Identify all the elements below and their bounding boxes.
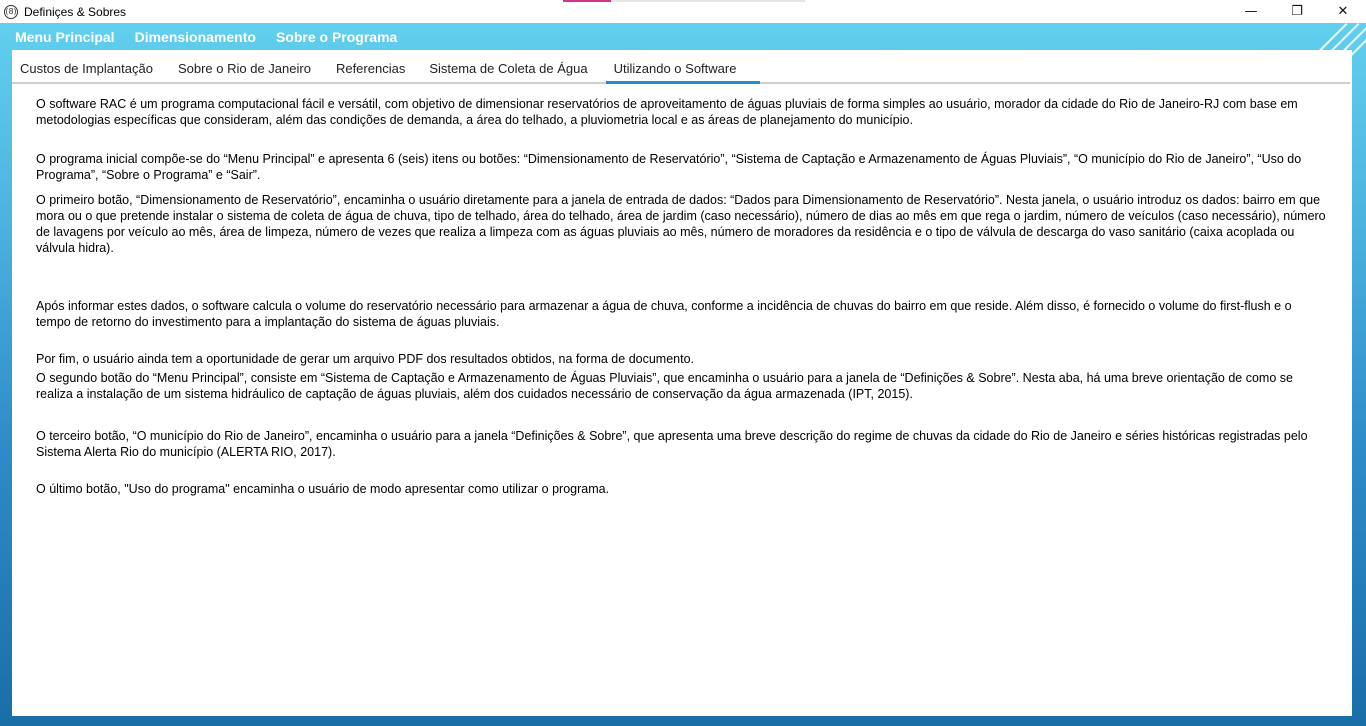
paragraph-first-button: O primeiro botão, “Dimensionamento de Re… <box>36 193 1326 255</box>
title-accent-bar <box>563 0 611 2</box>
maximize-button[interactable]: ❐ <box>1274 0 1320 23</box>
tab-utilizando-o-software[interactable]: Utilizando o Software <box>605 61 761 84</box>
tab-sistema-de-coleta-de-agua[interactable]: Sistema de Coleta de Água <box>421 61 595 84</box>
content-panel: Custos de Implantação Sobre o Rio de Jan… <box>12 50 1352 716</box>
menu-item-sobre-o-programa[interactable]: Sobre o Programa <box>276 29 397 45</box>
tab-sobre-o-rio-de-janeiro[interactable]: Sobre o Rio de Janeiro <box>170 61 319 84</box>
title-accent-bar-light <box>611 0 805 2</box>
window-title: Definiçes & Sobres <box>24 4 127 19</box>
paragraph-intro: O software RAC é um programa computacion… <box>36 97 1298 127</box>
tab-strip: Custos de Implantação Sobre o Rio de Jan… <box>12 50 1352 84</box>
app-icon: (8) <box>4 4 18 19</box>
title-bar: (8) Definiçes & Sobres <box>0 0 1366 23</box>
paragraph-pdf: Por fim, o usuário ainda tem a oportunid… <box>36 352 695 366</box>
paragraph-main-menu: O programa inicial compõe-se do “Menu Pr… <box>36 152 1302 182</box>
paragraph-calculation: Após informar estes dados, o software ca… <box>36 299 1292 329</box>
close-button[interactable]: ✕ <box>1320 0 1366 23</box>
paragraph-last-button: O último botão, "Uso do programa" encami… <box>36 482 610 496</box>
main-menu-bar: Menu Principal Dimensionamento Sobre o P… <box>0 23 417 50</box>
minimize-button[interactable]: — <box>1228 0 1274 23</box>
menu-item-dimensionamento[interactable]: Dimensionamento <box>135 29 256 45</box>
window-controls: — ❐ ✕ <box>1228 0 1366 23</box>
paragraph-third-button: O terceiro botão, “O município do Rio de… <box>36 429 1308 459</box>
paragraph-second-button: O segundo botão do “Menu Principal”, con… <box>36 371 1293 401</box>
menu-item-menu-principal[interactable]: Menu Principal <box>15 29 115 45</box>
tab-referencias[interactable]: Referencias <box>328 61 413 84</box>
tab-custos-de-implantacao[interactable]: Custos de Implantação <box>12 61 161 84</box>
